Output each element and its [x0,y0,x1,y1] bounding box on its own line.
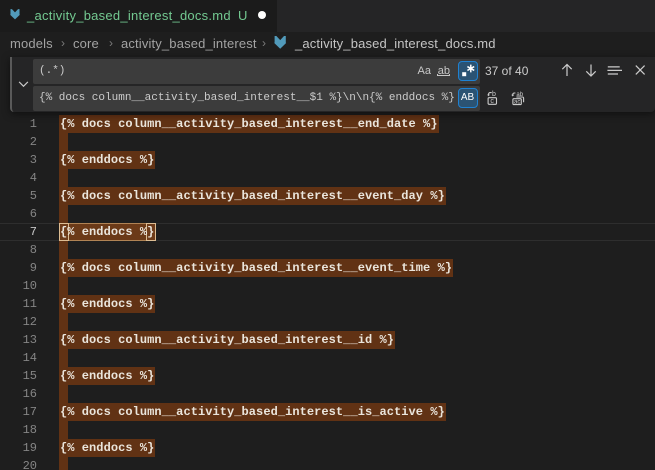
svg-text:b: b [492,91,496,98]
svg-text:c: c [490,98,494,105]
svg-text:ac: ac [514,99,520,105]
